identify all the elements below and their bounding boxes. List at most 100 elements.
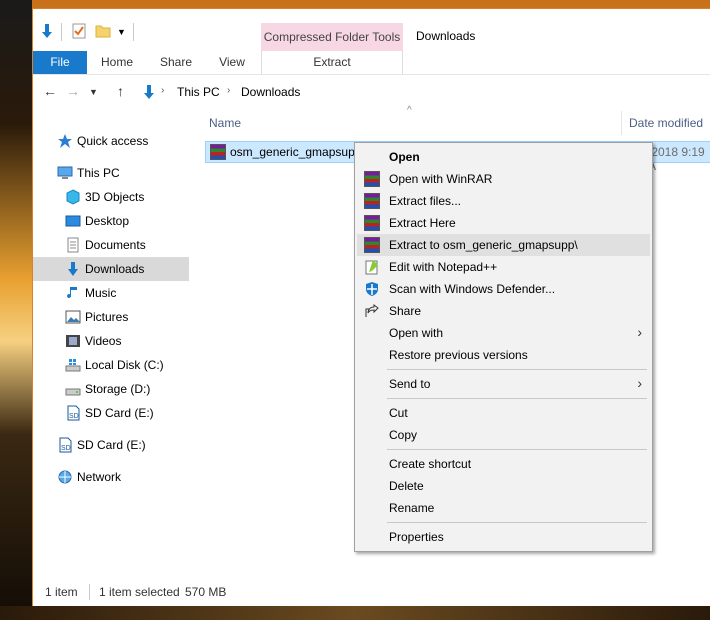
- cube-icon: [65, 189, 81, 205]
- tab-share[interactable]: Share: [151, 51, 201, 74]
- menu-item-label: Share: [389, 304, 422, 318]
- sidebar-item-3d-objects[interactable]: 3D Objects: [33, 185, 189, 209]
- sort-ascending-icon: ^: [407, 105, 412, 116]
- menu-item-share[interactable]: Share: [357, 300, 650, 322]
- sidebar-item-network[interactable]: Network: [33, 465, 189, 489]
- menu-item-label: Extract Here: [389, 216, 456, 230]
- breadcrumb-chevron-icon[interactable]: ›: [161, 85, 164, 96]
- film-icon: [65, 333, 81, 349]
- sidebar-item-label: This PC: [77, 166, 120, 180]
- menu-item-open-with[interactable]: Open with ›: [357, 322, 650, 344]
- menu-item-copy[interactable]: Copy: [357, 424, 650, 446]
- breadcrumb-this-pc[interactable]: This PC: [177, 85, 220, 99]
- tab-file[interactable]: File: [33, 51, 87, 74]
- menu-item-extract-files[interactable]: Extract files...: [357, 190, 650, 212]
- column-header-date-modified[interactable]: Date modified: [629, 116, 703, 130]
- menu-item-label: Open with: [389, 326, 444, 340]
- sidebar-item-quick-access[interactable]: Quick access: [33, 129, 189, 153]
- sidebar-item-sd-card-e-root[interactable]: SD SD Card (E:): [33, 433, 189, 457]
- customize-quick-access-chevron-icon[interactable]: ▼: [117, 27, 127, 37]
- menu-item-properties[interactable]: Properties: [357, 526, 650, 548]
- sidebar-item-storage-d[interactable]: Storage (D:): [33, 377, 189, 401]
- menu-item-label: Delete: [389, 479, 424, 493]
- status-divider: [89, 584, 90, 600]
- tab-view[interactable]: View: [209, 51, 255, 74]
- new-folder-icon[interactable]: [95, 23, 111, 39]
- window-title: Downloads: [416, 29, 476, 43]
- downloads-location-icon: [141, 84, 157, 100]
- recent-locations-chevron-icon[interactable]: ▼: [89, 87, 98, 97]
- svg-text:SD: SD: [61, 445, 71, 452]
- sidebar-item-sd-card-e[interactable]: SD SD Card (E:): [33, 401, 189, 425]
- winrar-icon: [364, 215, 380, 231]
- sd-card-icon: SD: [65, 405, 81, 421]
- winrar-icon: [364, 193, 380, 209]
- menu-item-edit-with-notepadpp[interactable]: Edit with Notepad++: [357, 256, 650, 278]
- sidebar-item-documents[interactable]: Documents: [33, 233, 189, 257]
- winrar-icon: [364, 171, 380, 187]
- file-name: osm_generic_gmapsupp: [230, 145, 362, 159]
- menu-item-rename[interactable]: Rename: [357, 497, 650, 519]
- status-selected-count: 1 item selected: [99, 585, 180, 599]
- forward-arrow-icon[interactable]: →: [66, 83, 80, 99]
- svg-text:SD: SD: [69, 413, 79, 420]
- navigation-pane: Quick access This PC 3D Objects Desktop …: [33, 109, 189, 579]
- pictures-icon: [65, 309, 81, 325]
- star-icon: [57, 133, 73, 149]
- column-divider[interactable]: [621, 111, 622, 135]
- winrar-icon: [364, 237, 380, 253]
- context-menu: Open Open with WinRAR Extract files... E…: [354, 142, 653, 552]
- menu-separator: [387, 449, 647, 450]
- checkmark-properties-icon[interactable]: [71, 23, 87, 39]
- menu-item-open[interactable]: Open: [357, 146, 650, 168]
- sidebar-item-this-pc[interactable]: This PC: [33, 161, 189, 185]
- sidebar-item-label: Videos: [85, 334, 122, 348]
- menu-item-label: Extract files...: [389, 194, 462, 208]
- sidebar-item-music[interactable]: Music: [33, 281, 189, 305]
- documents-icon: [65, 237, 81, 253]
- sidebar-item-downloads[interactable]: Downloads: [33, 257, 189, 281]
- sidebar-item-label: Music: [85, 286, 117, 300]
- desktop-icon: [65, 213, 81, 229]
- breadcrumb-downloads[interactable]: Downloads: [241, 85, 300, 99]
- menu-item-extract-to-folder[interactable]: Extract to osm_generic_gmapsupp\: [357, 234, 650, 256]
- download-arrow-icon: [65, 261, 81, 277]
- sidebar-item-label: Quick access: [77, 134, 149, 148]
- desktop-background: [0, 0, 32, 620]
- up-arrow-icon[interactable]: ↑: [117, 83, 124, 99]
- menu-item-restore-previous-versions[interactable]: Restore previous versions: [357, 344, 650, 366]
- properties-arrow-icon[interactable]: [39, 23, 55, 39]
- sd-card-icon: SD: [57, 437, 73, 453]
- menu-item-cut[interactable]: Cut: [357, 402, 650, 424]
- sidebar-item-label: Storage (D:): [85, 382, 151, 396]
- back-arrow-icon[interactable]: ←: [43, 83, 57, 99]
- menu-item-label: Cut: [389, 406, 408, 420]
- menu-item-label: Send to: [389, 377, 431, 391]
- sidebar-item-desktop[interactable]: Desktop: [33, 209, 189, 233]
- breadcrumb-chevron-icon[interactable]: ›: [227, 85, 230, 96]
- share-icon: [364, 303, 380, 319]
- menu-item-create-shortcut[interactable]: Create shortcut: [357, 453, 650, 475]
- column-header-name[interactable]: Name: [209, 116, 241, 130]
- desktop-background-bottom: [0, 606, 710, 620]
- menu-item-scan-with-defender[interactable]: Scan with Windows Defender...: [357, 278, 650, 300]
- sidebar-item-local-disk-c[interactable]: Local Disk (C:): [33, 353, 189, 377]
- menu-item-open-with-winrar[interactable]: Open with WinRAR: [357, 168, 650, 190]
- menu-item-extract-here[interactable]: Extract Here: [357, 212, 650, 234]
- submenu-chevron-right-icon: ›: [637, 375, 642, 391]
- menu-item-label: Open with WinRAR: [389, 172, 493, 186]
- menu-item-label: Properties: [389, 530, 444, 544]
- tab-extract[interactable]: Extract: [261, 51, 403, 74]
- quick-access-divider: [61, 23, 62, 41]
- address-field[interactable]: › This PC › Downloads: [141, 81, 710, 103]
- menu-item-delete[interactable]: Delete: [357, 475, 650, 497]
- sidebar-item-label: Documents: [85, 238, 146, 252]
- sidebar-item-videos[interactable]: Videos: [33, 329, 189, 353]
- sidebar-item-pictures[interactable]: Pictures: [33, 305, 189, 329]
- tab-home[interactable]: Home: [91, 51, 143, 74]
- drive-icon: [65, 381, 81, 397]
- menu-item-send-to[interactable]: Send to ›: [357, 373, 650, 395]
- network-icon: [57, 469, 73, 485]
- menu-separator: [387, 369, 647, 370]
- compressed-folder-tools-header: Compressed Folder Tools: [261, 23, 403, 51]
